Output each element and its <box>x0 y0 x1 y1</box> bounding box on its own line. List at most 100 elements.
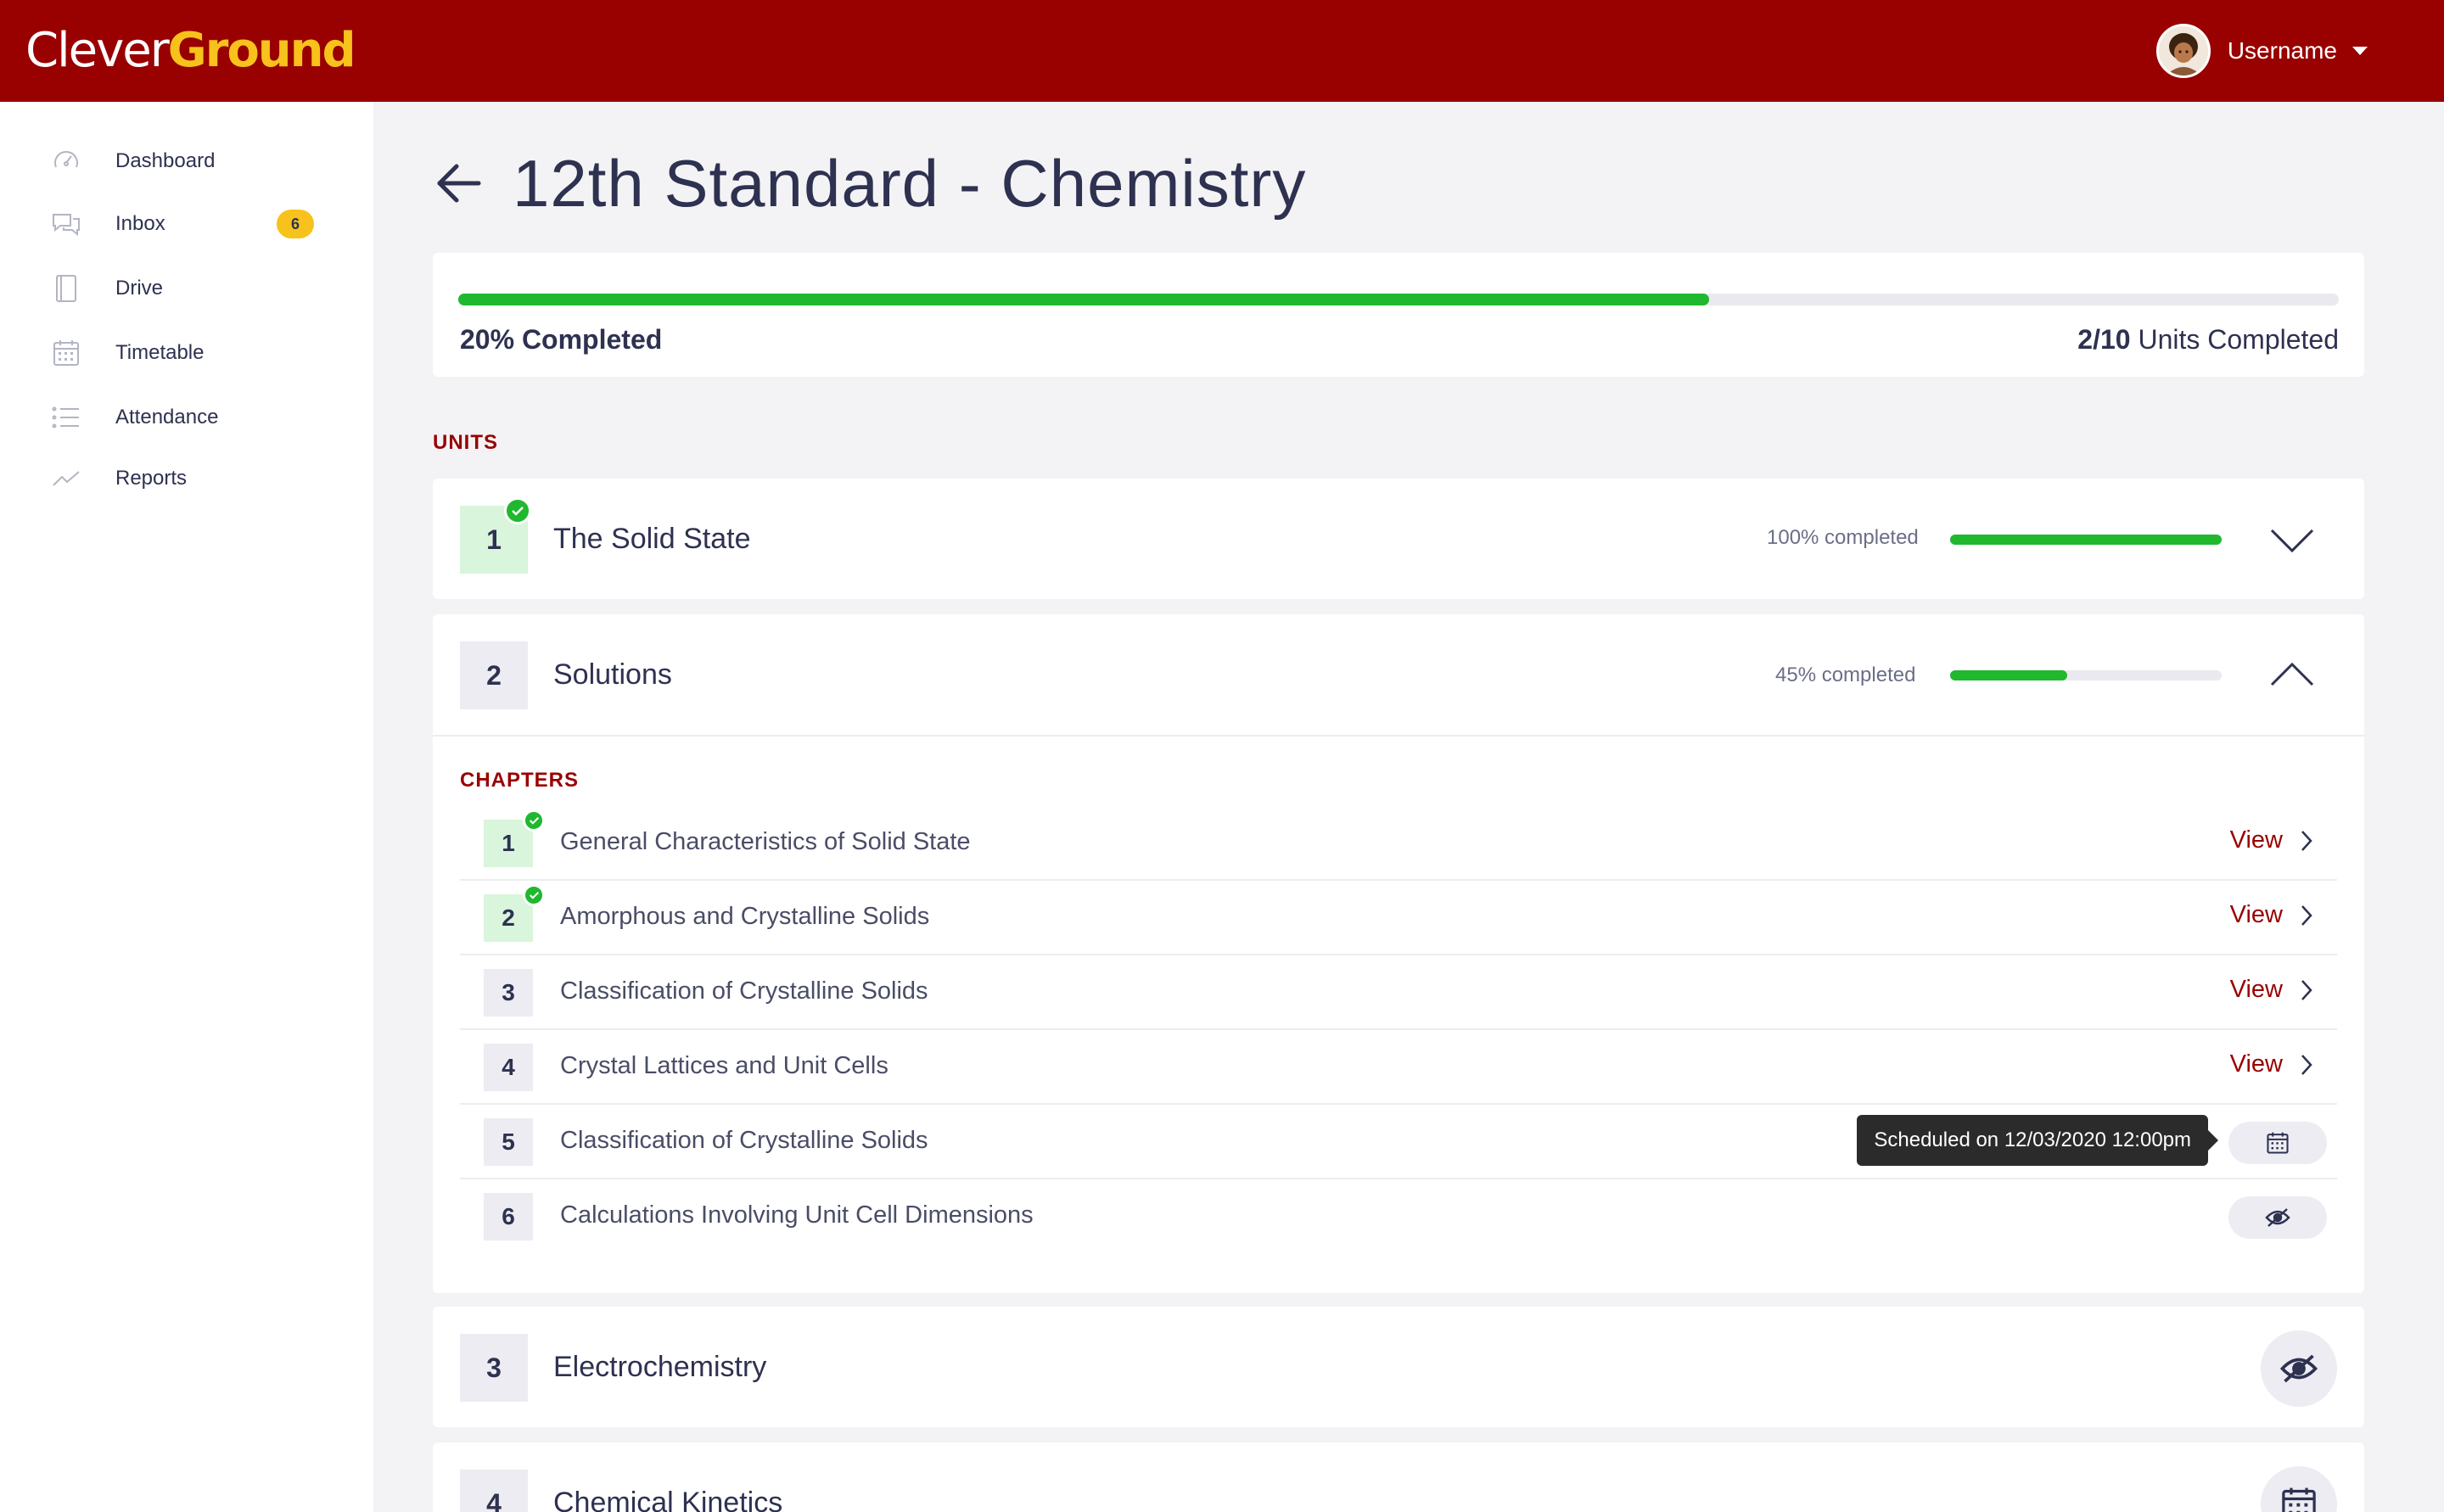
unit-number: 3 <box>460 1334 528 1402</box>
unit-percent-label: 45% completed <box>1775 664 1916 686</box>
top-bar: CleverGround Username <box>0 0 2444 102</box>
chapter-title: Calculations Involving Unit Cell Dimensi… <box>560 1201 1034 1229</box>
unit-number: 4 <box>460 1470 528 1512</box>
chevron-up-icon[interactable] <box>2269 662 2315 687</box>
unit-percent-label: 100% completed <box>1767 526 1919 549</box>
unit-title: Solutions <box>553 658 672 691</box>
unit-progress-fill <box>1950 535 2222 545</box>
logo-text-ground: Ground <box>167 23 356 78</box>
view-chapter-link[interactable]: View <box>2230 976 2313 1004</box>
user-menu[interactable]: Username <box>2155 24 2368 78</box>
unit-card-expanded: 2 Solutions 45% completed CHAPTERS 1 Gen… <box>433 614 2364 1293</box>
notebook-icon <box>51 273 81 304</box>
sidebar-item-dashboard[interactable]: Dashboard <box>51 141 322 182</box>
chevron-right-icon <box>2301 904 2312 926</box>
chapter-row[interactable]: 2 Amorphous and Crystalline Solids View <box>460 881 2337 955</box>
sidebar-item-attendance[interactable]: Attendance <box>51 397 322 438</box>
chapter-title: Classification of Crystalline Solids <box>560 977 928 1005</box>
hidden-toggle-button[interactable] <box>2228 1196 2327 1239</box>
speedometer-icon <box>51 146 81 176</box>
chapter-number: 6 <box>484 1193 533 1240</box>
calendar-icon <box>2282 1487 2316 1512</box>
check-icon <box>523 884 545 906</box>
chapter-row[interactable]: 3 Classification of Crystalline Solids V… <box>460 955 2337 1030</box>
chapter-row[interactable]: 4 Crystal Lattices and Unit Cells View <box>460 1030 2337 1105</box>
unit-title: The Solid State <box>553 523 751 555</box>
sidebar-item-drive[interactable]: Drive <box>51 268 322 309</box>
sidebar-item-label: Drive <box>115 277 164 300</box>
trend-line-icon <box>51 463 81 494</box>
units-heading: UNITS <box>433 431 498 454</box>
inbox-count-badge: 6 <box>277 210 314 238</box>
back-button[interactable] <box>433 158 484 209</box>
course-progress-card: 20% Completed 2/10 Units Completed <box>433 253 2364 377</box>
chevron-down-icon[interactable] <box>2269 528 2315 553</box>
sidebar-item-reports[interactable]: Reports <box>51 458 322 499</box>
calendar-icon <box>2267 1132 2289 1154</box>
chevron-right-icon <box>2301 979 2312 1000</box>
sidebar-item-label: Reports <box>115 467 188 490</box>
hidden-toggle-button[interactable] <box>2261 1330 2337 1407</box>
chapter-number: 3 <box>484 969 533 1016</box>
chat-bubbles-icon <box>51 209 81 239</box>
page-title: 12th Standard - Chemistry <box>513 146 1307 221</box>
calendar-icon <box>51 338 81 368</box>
check-icon <box>523 809 545 832</box>
sidebar-item-timetable[interactable]: Timetable <box>51 333 322 373</box>
unit-title: Electrochemistry <box>553 1351 767 1383</box>
units-completed-count: 2/10 <box>2077 324 2131 355</box>
chevron-right-icon <box>2301 1054 2312 1075</box>
chapter-title: Crystal Lattices and Unit Cells <box>560 1052 888 1079</box>
unit-title: Chemical Kinetics <box>553 1487 783 1512</box>
unit-progress-bar <box>1950 535 2222 545</box>
caret-down-icon <box>2352 47 2368 55</box>
unit-number: 2 <box>460 641 528 709</box>
unit-card[interactable]: 3 Electrochemistry <box>433 1307 2364 1427</box>
brand-logo[interactable]: CleverGround <box>25 20 356 81</box>
chapter-number: 5 <box>484 1118 533 1166</box>
view-chapter-link[interactable]: View <box>2230 1050 2313 1078</box>
view-label: View <box>2229 826 2283 854</box>
sidebar-item-inbox[interactable]: Inbox 6 <box>51 204 322 244</box>
sidebar-item-label: Timetable <box>115 341 205 364</box>
chapter-number: 4 <box>484 1044 533 1091</box>
user-avatar[interactable] <box>2155 24 2211 78</box>
units-completed-label: 2/10 Units Completed <box>2077 324 2339 356</box>
chevron-right-icon <box>2301 830 2312 851</box>
units-completed-suffix: Units Completed <box>2130 324 2339 355</box>
chapter-row[interactable]: 5 Classification of Crystalline Solids S… <box>460 1105 2337 1179</box>
username-label: Username <box>2227 37 2337 64</box>
check-icon <box>504 497 531 524</box>
unit-card[interactable]: 1 The Solid State 100% completed <box>433 479 2364 599</box>
sidebar-item-label: Inbox <box>115 212 165 235</box>
course-progress-bar <box>458 294 2339 305</box>
sidebar-item-label: Attendance <box>115 406 219 428</box>
view-label: View <box>2229 976 2283 1003</box>
arrow-left-icon <box>437 164 481 203</box>
chapter-title: Amorphous and Crystalline Solids <box>560 903 930 930</box>
view-chapter-link[interactable]: View <box>2230 826 2313 854</box>
chapter-title: Classification of Crystalline Solids <box>560 1127 928 1154</box>
unit-progress-fill <box>1950 670 2067 680</box>
chapter-title: General Characteristics of Solid State <box>560 828 971 855</box>
percent-completed-label: 20% Completed <box>460 324 663 355</box>
chapters-heading: CHAPTERS <box>460 769 580 792</box>
eye-off-icon <box>2265 1208 2290 1227</box>
unit-card[interactable]: 4 Chemical Kinetics <box>433 1442 2364 1512</box>
view-label: View <box>2229 1050 2283 1078</box>
schedule-tooltip: Scheduled on 12/03/2020 12:00pm <box>1857 1115 2218 1166</box>
list-icon <box>51 402 81 433</box>
view-label: View <box>2229 901 2283 928</box>
unit-header[interactable]: 2 Solutions 45% completed <box>433 614 2364 736</box>
scheduled-button[interactable] <box>2261 1466 2337 1512</box>
chapter-row[interactable]: 6 Calculations Involving Unit Cell Dimen… <box>460 1179 2337 1254</box>
sidebar-item-label: Dashboard <box>115 149 216 172</box>
course-progress-fill <box>458 294 1709 305</box>
scheduled-button[interactable] <box>2228 1122 2327 1164</box>
unit-progress-bar <box>1950 670 2222 680</box>
chapter-row[interactable]: 1 General Characteristics of Solid State… <box>460 806 2337 881</box>
eye-off-icon <box>2279 1354 2318 1383</box>
sidebar: Dashboard Inbox 6 Drive Timetable Attend… <box>0 102 373 1512</box>
logo-text-clever: Clever <box>25 23 170 78</box>
view-chapter-link[interactable]: View <box>2230 901 2313 929</box>
